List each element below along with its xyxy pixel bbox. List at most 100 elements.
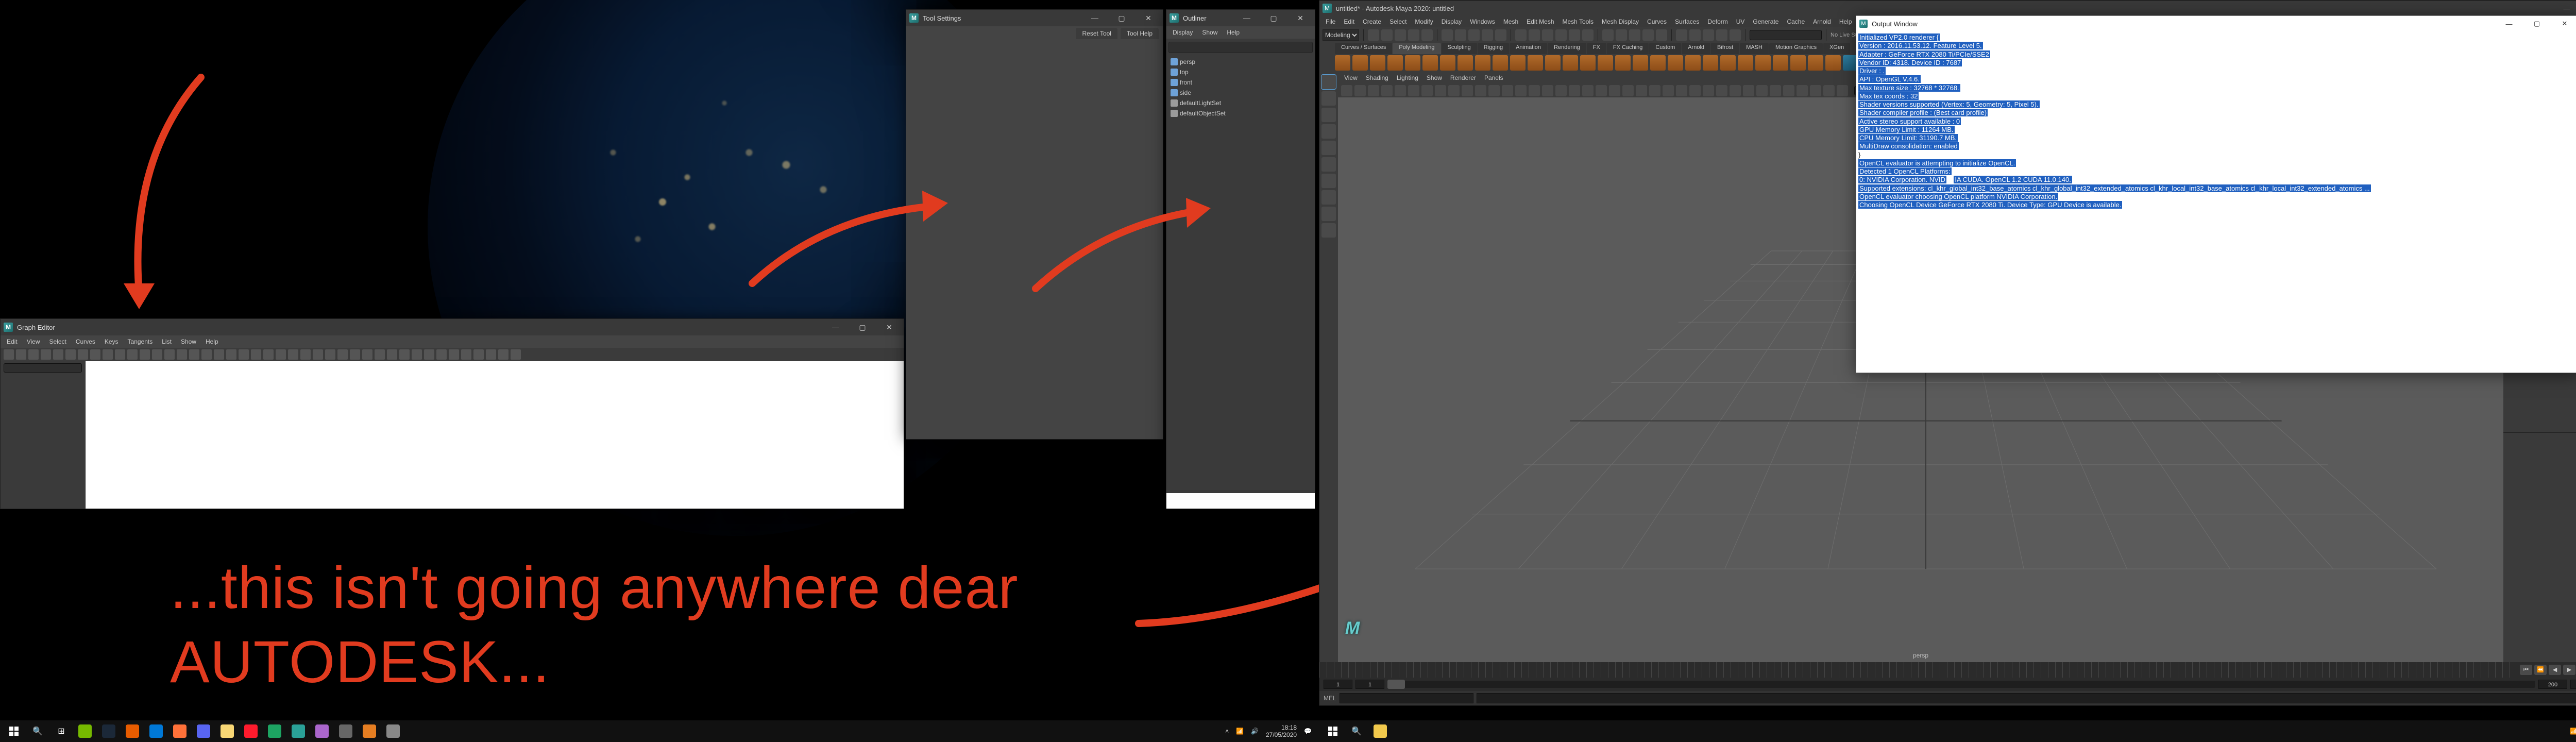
shelf-icon-21[interactable] [1703,55,1718,71]
taskbar-app-chrome[interactable] [1368,720,1392,742]
graph-editor-tool-12[interactable] [152,349,162,360]
maya-menu-create[interactable]: Create [1359,17,1385,26]
graph-editor-menu-tangents[interactable]: Tangents [124,337,157,346]
playback-controls[interactable]: ⏮⏪◀▶⏩⏭⟳🔊 [2516,665,2576,675]
statusline-button-4[interactable] [1421,29,1433,41]
statusline-button-2[interactable] [1395,29,1406,41]
close-button[interactable]: ✕ [1137,10,1160,26]
graph-editor-tool-15[interactable] [189,349,199,360]
tool-settings-window[interactable]: M Tool Settings — ▢ ✕ Reset ToolTool Hel… [906,9,1163,440]
shelf-tab-motion-graphics[interactable]: Motion Graphics [1769,43,1823,54]
statusline-button-0[interactable] [1368,29,1379,41]
graph-editor-menu-keys[interactable]: Keys [100,337,123,346]
shelf-icon-26[interactable] [1790,55,1806,71]
playback-button-1[interactable]: ⏪ [2534,665,2547,675]
panel-tool-7[interactable] [1435,85,1446,96]
taskbar-app-steam[interactable] [121,720,144,742]
graph-editor-tool-17[interactable] [214,349,224,360]
minimize-button[interactable]: — [1083,10,1106,26]
maximize-button[interactable]: ▢ [1262,10,1285,26]
play-start-field[interactable]: 1 [1355,680,1384,689]
range-thumb[interactable] [1387,680,1405,689]
taskbar-app-opera[interactable] [263,720,286,742]
outliner-menu-show[interactable]: Show [1198,28,1222,37]
shelf-icon-5[interactable] [1422,55,1438,71]
shelf-icon-20[interactable] [1685,55,1701,71]
panel-tool-4[interactable] [1395,85,1406,96]
panel-tool-31[interactable] [1756,85,1768,96]
panel-tool-18[interactable] [1582,85,1594,96]
tool-settings-tab-tool-help[interactable]: Tool Help [1121,28,1159,39]
taskbar-app-notepad[interactable] [381,720,405,742]
toolbox-tool-2[interactable] [1321,108,1336,122]
taskbar-app-chrome[interactable] [286,720,310,742]
shelf-icon-22[interactable] [1720,55,1736,71]
notifications-button[interactable]: 💬 [1304,728,1312,735]
outliner-item-side[interactable]: side [1168,88,1313,97]
windows-taskbar-left[interactable]: 🔍 ⊞ ˄ 📶 🔊 18:18 27/05/2020 💬 [0,720,1319,742]
graph-editor-search[interactable] [4,363,82,373]
shelf-icon-24[interactable] [1755,55,1771,71]
panel-tool-24[interactable] [1663,85,1674,96]
shelf-tab-fx-caching[interactable]: FX Caching [1607,43,1649,54]
maximize-button[interactable]: ▢ [2525,16,2549,31]
taskbar-app-maya[interactable] [310,720,334,742]
minimize-button[interactable]: — [824,319,847,335]
statusline-button-8[interactable] [1482,29,1493,41]
graph-editor-tool-25[interactable] [313,349,323,360]
graph-editor-tool-0[interactable] [4,349,14,360]
outliner-body[interactable]: persptopfrontsidedefaultLightSetdefaultO… [1166,39,1315,509]
start-button[interactable] [1321,720,1345,742]
maya-menu-file[interactable]: File [1321,17,1340,26]
outliner-window[interactable]: M Outliner — ▢ ✕ DisplayShowHelp perspto… [1166,9,1315,509]
anim-end-field[interactable]: 200 [2570,680,2576,689]
graph-editor-tool-5[interactable] [65,349,76,360]
outliner-item-defaultLightSet[interactable]: defaultLightSet [1168,98,1313,108]
panel-tool-5[interactable] [1408,85,1419,96]
shelf-tab-curves-surfaces[interactable]: Curves / Surfaces [1335,43,1392,54]
tray-network-icon[interactable]: 📶 [1236,728,1244,735]
minimize-button[interactable]: — [1235,10,1258,26]
minimize-button[interactable]: — [2497,16,2521,31]
panel-tool-12[interactable] [1502,85,1513,96]
toolbox-tool-4[interactable] [1321,141,1336,155]
shelf-icon-9[interactable] [1493,55,1508,71]
statusline-button-22[interactable] [1689,29,1701,41]
shelf-tab-rigging[interactable]: Rigging [1478,43,1509,54]
statusline-button-11[interactable] [1529,29,1540,41]
time-slider[interactable]: ⏮⏪◀▶⏩⏭⟳🔊 [1319,662,2576,678]
selection-field[interactable] [1750,30,1822,40]
graph-editor-tool-18[interactable] [226,349,236,360]
panel-menu-renderer[interactable]: Renderer [1447,73,1479,82]
graph-editor-outliner[interactable] [1,361,86,509]
start-button[interactable] [2,720,26,742]
graph-editor-tool-20[interactable] [251,349,261,360]
shelf-icon-19[interactable] [1668,55,1683,71]
outliner-menu-help[interactable]: Help [1223,28,1244,37]
panel-tool-30[interactable] [1743,85,1754,96]
graph-editor-tool-11[interactable] [140,349,150,360]
shelf-tab-sculpting[interactable]: Sculpting [1442,43,1477,54]
panel-tool-27[interactable] [1703,85,1714,96]
panel-menu-shading[interactable]: Shading [1363,73,1392,82]
panel-tool-1[interactable] [1354,85,1366,96]
maya-menu-cache[interactable]: Cache [1783,17,1809,26]
command-input[interactable] [1340,693,1473,703]
taskbar-app-edge[interactable] [168,720,192,742]
graph-editor-tool-41[interactable] [511,349,521,360]
tool-settings-tab-reset-tool[interactable]: Reset Tool [1076,28,1117,39]
shelf-icon-12[interactable] [1545,55,1561,71]
statusline-button-9[interactable] [1495,29,1506,41]
graph-editor-tool-36[interactable] [449,349,459,360]
graph-editor-window[interactable]: M Graph Editor — ▢ ✕ EditViewSelectCurve… [0,318,904,509]
statusline-button-24[interactable] [1716,29,1727,41]
graph-editor-tool-4[interactable] [53,349,63,360]
toolbox-tool-8[interactable] [1321,207,1336,221]
graph-editor-tool-32[interactable] [399,349,410,360]
shelf-icon-6[interactable] [1440,55,1455,71]
graph-editor-tool-24[interactable] [300,349,311,360]
graph-editor-menu-list[interactable]: List [158,337,176,346]
graph-editor-tool-22[interactable] [276,349,286,360]
shelf-tab-arnold[interactable]: Arnold [1682,43,1710,54]
shelf-icon-23[interactable] [1738,55,1753,71]
